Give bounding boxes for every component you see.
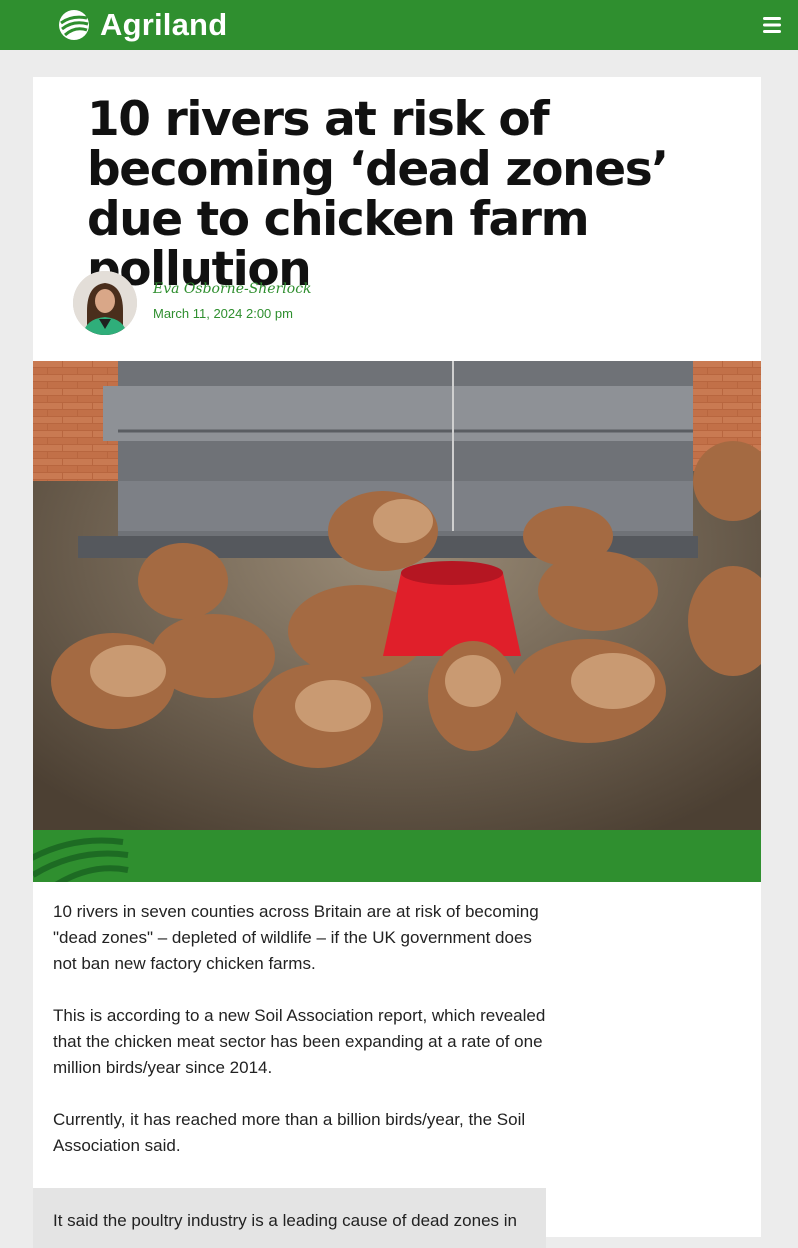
- author-avatar[interactable]: [73, 271, 137, 335]
- article-title: 10 rivers at risk of becoming ‘dead zone…: [87, 92, 669, 297]
- hero-image: [33, 361, 761, 830]
- blockquote-text: It said the poultry industry is a leadin…: [53, 1211, 518, 1230]
- agriland-leaf-watermark-icon: [33, 837, 129, 882]
- article-paragraph: This is according to a new Soil Associat…: [53, 1006, 546, 1077]
- publish-date: March 11, 2024 2:00 pm: [153, 306, 293, 321]
- logo-text: Agriland: [100, 7, 228, 42]
- article-card: 10 rivers at risk of becoming ‘dead zone…: [33, 77, 761, 1248]
- article-blockquote: It said the poultry industry is a leadin…: [33, 1188, 546, 1248]
- agriland-logo[interactable]: Agriland: [58, 6, 227, 44]
- brand-band: [33, 830, 761, 882]
- article-byline: Eva Osborne-Sherlock March 11, 2024 2:00…: [73, 271, 473, 337]
- agriland-leaf-icon: [59, 10, 89, 40]
- article-paragraph: Currently, it has reached more than a bi…: [53, 1110, 526, 1155]
- top-navigation-bar: Agriland: [0, 0, 798, 50]
- article-paragraph: 10 rivers in seven counties across Brita…: [53, 902, 539, 973]
- hamburger-menu-icon[interactable]: [758, 13, 788, 37]
- author-name-link[interactable]: Eva Osborne-Sherlock: [153, 281, 312, 297]
- article-body: 10 rivers in seven counties across Brita…: [53, 899, 548, 1185]
